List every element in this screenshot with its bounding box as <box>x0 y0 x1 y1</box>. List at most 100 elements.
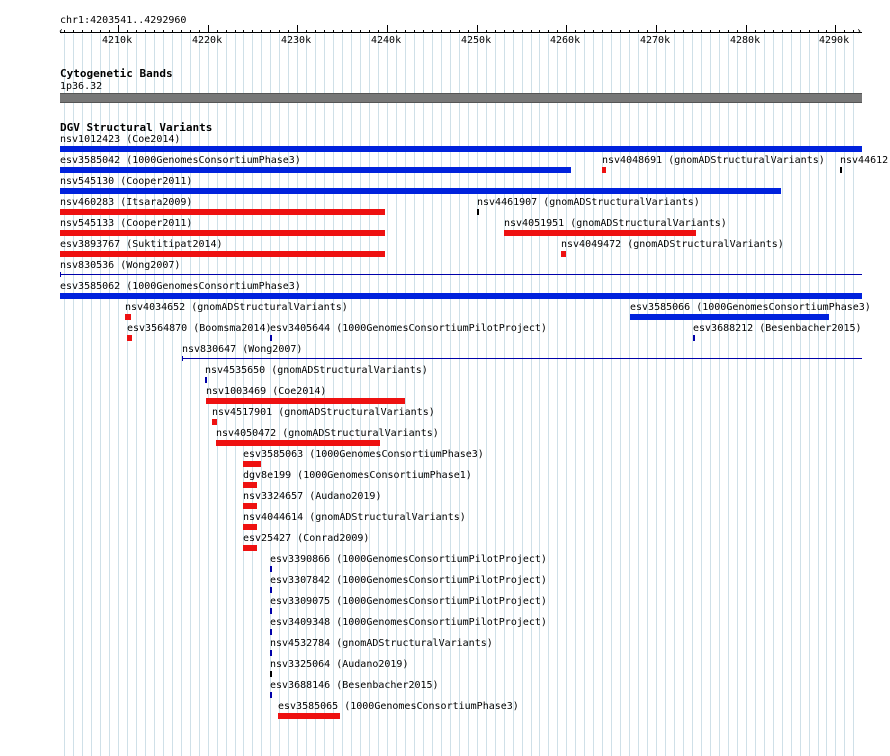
feature-label[interactable]: nsv4517901 (gnomADStructuralVariants) <box>212 407 435 418</box>
feature-glyph[interactable] <box>243 524 257 530</box>
genome-browser-view: chr1:4203541..4292960 4210k 4220k 4230k 424… <box>0 0 890 756</box>
ruler-minor-tick <box>809 30 810 33</box>
feature-glyph[interactable] <box>60 293 862 299</box>
feature-glyph[interactable] <box>477 209 479 215</box>
feature-label[interactable]: esv3688146 (Besenbacher2015) <box>270 680 439 691</box>
feature-label[interactable]: esv3307842 (1000GenomesConsortiumPilotPr… <box>270 575 547 586</box>
ruler-minor-tick <box>468 30 469 33</box>
feature-label[interactable]: nsv4051951 (gnomADStructuralVariants) <box>504 218 727 229</box>
feature-glyph[interactable] <box>630 314 829 320</box>
ruler-minor-tick <box>593 30 594 33</box>
ruler-minor-tick <box>109 30 110 33</box>
feature-glyph[interactable] <box>270 608 272 614</box>
ruler-minor-tick <box>665 30 666 33</box>
ruler-tick-label: 4240k <box>371 35 402 46</box>
ruler-minor-tick <box>396 30 397 33</box>
feature-label[interactable]: esv3390866 (1000GenomesConsortiumPilotPr… <box>270 554 547 565</box>
feature-glyph[interactable] <box>60 209 385 215</box>
feature-label[interactable]: nsv4535650 (gnomADStructuralVariants) <box>205 365 428 376</box>
feature-glyph[interactable] <box>270 671 272 677</box>
feature-glyph[interactable] <box>125 314 131 320</box>
ruler-minor-tick <box>252 30 253 33</box>
feature-glyph[interactable] <box>270 335 272 341</box>
feature-glyph[interactable] <box>127 335 132 341</box>
ruler-minor-tick <box>486 30 487 33</box>
feature-glyph[interactable] <box>243 545 257 551</box>
feature-glyph[interactable] <box>206 398 405 404</box>
ruler-minor-tick <box>369 30 370 33</box>
ruler-minor-tick <box>782 30 783 33</box>
feature-glyph[interactable] <box>278 713 340 719</box>
feature-label[interactable]: esv3409348 (1000GenomesConsortiumPilotPr… <box>270 617 547 628</box>
feature-glyph[interactable] <box>216 440 380 446</box>
feature-label[interactable]: esv3585042 (1000GenomesConsortiumPhase3) <box>60 155 301 166</box>
feature-label[interactable]: nsv545133 (Cooper2011) <box>60 218 192 229</box>
feature-glyph[interactable] <box>60 274 862 275</box>
feature-label[interactable]: nsv44612 <box>840 155 888 166</box>
ruler-minor-tick <box>539 30 540 33</box>
feature-label[interactable]: nsv4461907 (gnomADStructuralVariants) <box>477 197 700 208</box>
feature-glyph[interactable] <box>60 188 781 194</box>
ruler-minor-tick <box>818 30 819 33</box>
feature-label[interactable]: esv3893767 (Suktitipat2014) <box>60 239 223 250</box>
cytoband-bar[interactable] <box>60 93 862 103</box>
feature-glyph[interactable] <box>270 629 272 635</box>
ruler-minor-tick <box>638 30 639 33</box>
feature-label[interactable]: esv3405644 (1000GenomesConsortiumPilotPr… <box>270 323 547 334</box>
feature-glyph[interactable] <box>60 251 385 257</box>
feature-glyph[interactable] <box>205 377 207 383</box>
feature-label[interactable]: nsv4034652 (gnomADStructuralVariants) <box>125 302 348 313</box>
feature-glyph[interactable] <box>182 358 862 359</box>
feature-glyph[interactable] <box>243 482 257 488</box>
feature-label[interactable]: nsv3324657 (Audano2019) <box>243 491 381 502</box>
ruler-minor-tick <box>414 30 415 33</box>
ruler-tick-label: 4210k <box>102 35 133 46</box>
feature-glyph[interactable] <box>602 167 606 173</box>
feature-glyph[interactable] <box>270 650 272 656</box>
ruler-tick-label: 4230k <box>281 35 312 46</box>
ruler-minor-tick <box>405 30 406 33</box>
feature-glyph[interactable] <box>693 335 695 341</box>
feature-label[interactable]: nsv545130 (Cooper2011) <box>60 176 192 187</box>
feature-label[interactable]: nsv460283 (Itsara2009) <box>60 197 192 208</box>
feature-glyph[interactable] <box>243 461 261 467</box>
feature-label[interactable]: esv3564870 (Boomsma2014) <box>127 323 272 334</box>
feature-glyph[interactable] <box>840 167 842 173</box>
ruler-minor-tick <box>279 30 280 33</box>
feature-label[interactable]: nsv4050472 (gnomADStructuralVariants) <box>216 428 439 439</box>
ruler-tick-label: 4250k <box>461 35 492 46</box>
ruler-tick-label: 4270k <box>640 35 671 46</box>
feature-glyph[interactable] <box>504 230 696 236</box>
feature-label[interactable]: esv3585066 (1000GenomesConsortiumPhase3) <box>630 302 871 313</box>
feature-label[interactable]: nsv4044614 (gnomADStructuralVariants) <box>243 512 466 523</box>
ruler-minor-tick <box>674 30 675 33</box>
feature-glyph[interactable] <box>60 230 385 236</box>
feature-label[interactable]: nsv3325064 (Audano2019) <box>270 659 408 670</box>
feature-label[interactable]: dgv8e199 (1000GenomesConsortiumPhase1) <box>243 470 472 481</box>
feature-glyph[interactable] <box>270 587 272 593</box>
feature-glyph[interactable] <box>60 146 862 152</box>
feature-label[interactable]: esv3585062 (1000GenomesConsortiumPhase3) <box>60 281 301 292</box>
feature-glyph[interactable] <box>60 167 571 173</box>
feature-label[interactable]: esv3585063 (1000GenomesConsortiumPhase3) <box>243 449 484 460</box>
feature-label[interactable]: esv25427 (Conrad2009) <box>243 533 369 544</box>
feature-glyph[interactable] <box>561 251 566 257</box>
feature-label[interactable]: esv3309075 (1000GenomesConsortiumPilotPr… <box>270 596 547 607</box>
feature-label[interactable]: esv3688212 (Besenbacher2015) <box>693 323 862 334</box>
feature-label[interactable]: esv3585065 (1000GenomesConsortiumPhase3) <box>278 701 519 712</box>
feature-label[interactable]: nsv1012423 (Coe2014) <box>60 134 180 145</box>
feature-label[interactable]: nsv4532784 (gnomADStructuralVariants) <box>270 638 493 649</box>
feature-label[interactable]: nsv1003469 (Coe2014) <box>206 386 326 397</box>
feature-label[interactable]: nsv4049472 (gnomADStructuralVariants) <box>561 239 784 250</box>
feature-label[interactable]: nsv4048691 (gnomADStructuralVariants) <box>602 155 825 166</box>
feature-label[interactable]: nsv830536 (Wong2007) <box>60 260 180 271</box>
feature-end-cap <box>60 272 61 277</box>
feature-glyph[interactable] <box>270 566 272 572</box>
ruler-minor-tick <box>172 30 173 33</box>
feature-label[interactable]: nsv830647 (Wong2007) <box>182 344 302 355</box>
feature-glyph[interactable] <box>243 503 257 509</box>
ruler-minor-tick <box>692 30 693 33</box>
feature-glyph[interactable] <box>212 419 217 425</box>
feature-glyph[interactable] <box>270 692 272 698</box>
ruler-minor-tick <box>64 30 65 33</box>
